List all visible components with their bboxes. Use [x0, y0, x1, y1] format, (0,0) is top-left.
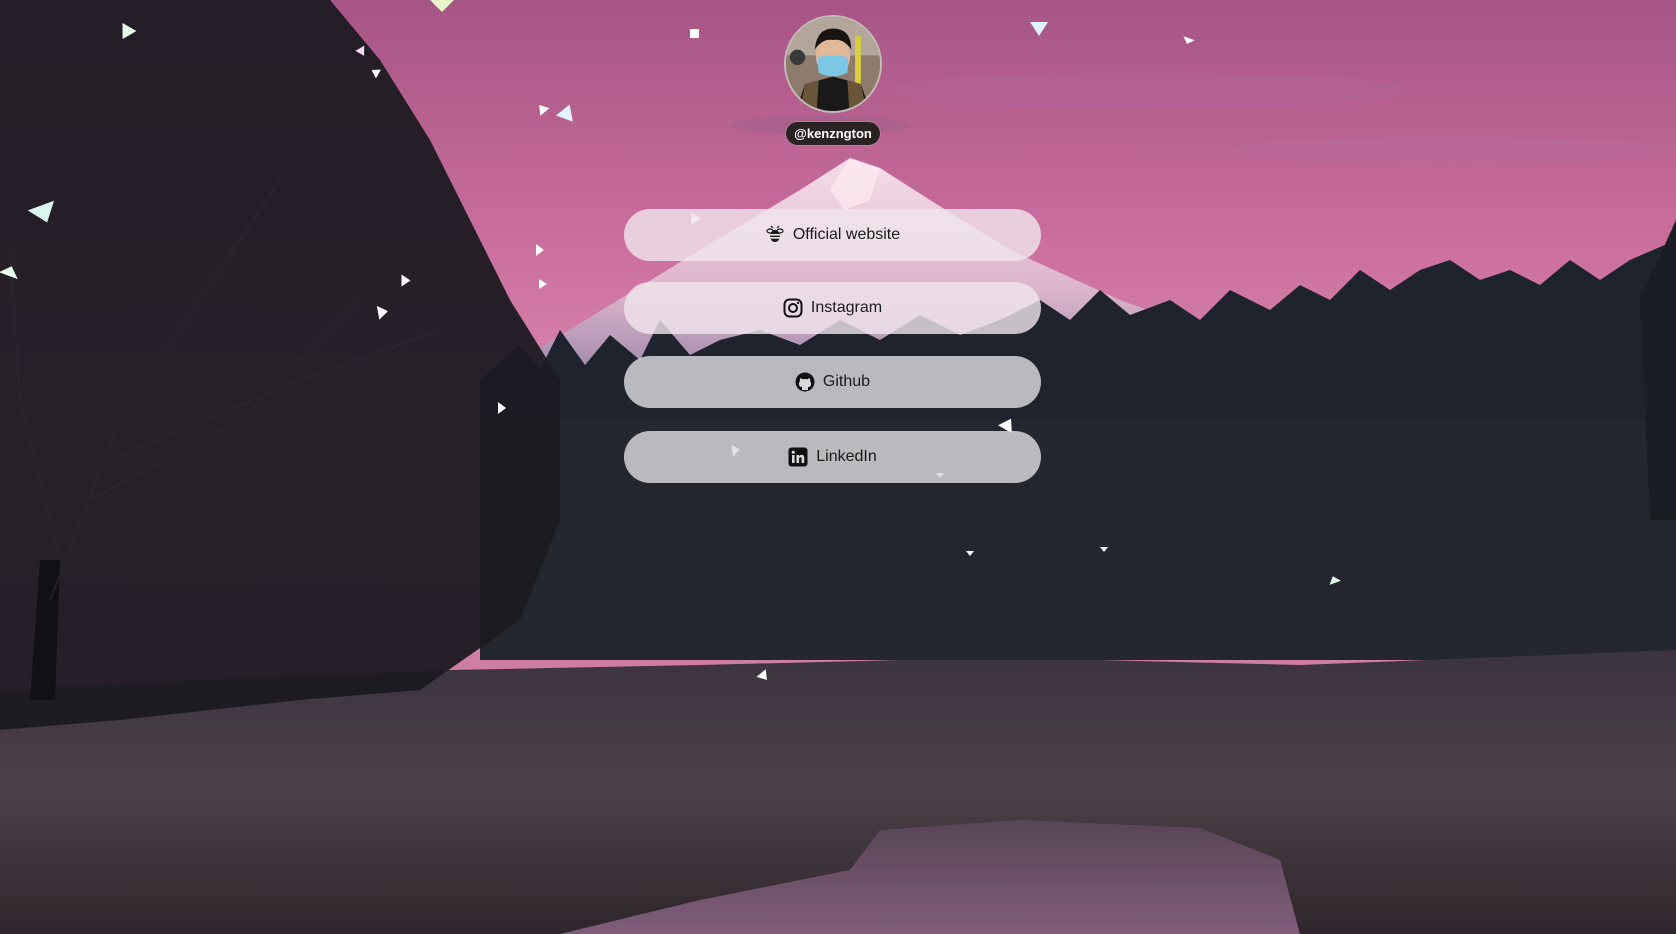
confetti-piece	[690, 29, 699, 38]
confetti-piece	[966, 551, 974, 556]
github-icon	[795, 372, 815, 392]
instagram-icon	[783, 298, 803, 318]
confetti-piece	[430, 0, 454, 12]
official-website-link-label: Official website	[792, 226, 901, 243]
confetti-piece	[376, 304, 390, 320]
confetti-piece	[1100, 547, 1108, 552]
confetti-piece	[498, 402, 506, 414]
instagram-link-button[interactable]: Instagram	[624, 282, 1041, 334]
confetti-piece	[1181, 36, 1195, 46]
confetti-piece	[534, 101, 550, 116]
confetti-piece	[355, 43, 369, 56]
profile-handle: @kenzngton	[786, 122, 880, 145]
github-link-label: Github	[822, 373, 871, 390]
instagram-link-label: Instagram	[810, 299, 883, 316]
github-link-button[interactable]: Github	[624, 356, 1041, 408]
profile-avatar	[784, 15, 882, 113]
profile-photo-icon	[786, 17, 880, 111]
linkedin-link-button[interactable]: LinkedIn	[624, 431, 1041, 483]
confetti-piece	[27, 200, 61, 228]
official-website-link-button[interactable]: Official website	[624, 209, 1041, 261]
linkedin-icon	[788, 447, 808, 467]
confetti-piece	[0, 262, 22, 280]
confetti-piece	[369, 65, 381, 79]
confetti-piece	[536, 244, 544, 256]
confetti-piece	[539, 279, 547, 289]
linkedin-link-label: LinkedIn	[816, 448, 877, 465]
confetti-piece	[401, 274, 411, 287]
bee-icon	[765, 225, 785, 245]
confetti-piece	[1030, 22, 1048, 36]
confetti-piece	[756, 669, 772, 684]
confetti-piece	[1327, 574, 1341, 585]
confetti-piece	[555, 101, 579, 122]
confetti-piece	[115, 18, 137, 40]
